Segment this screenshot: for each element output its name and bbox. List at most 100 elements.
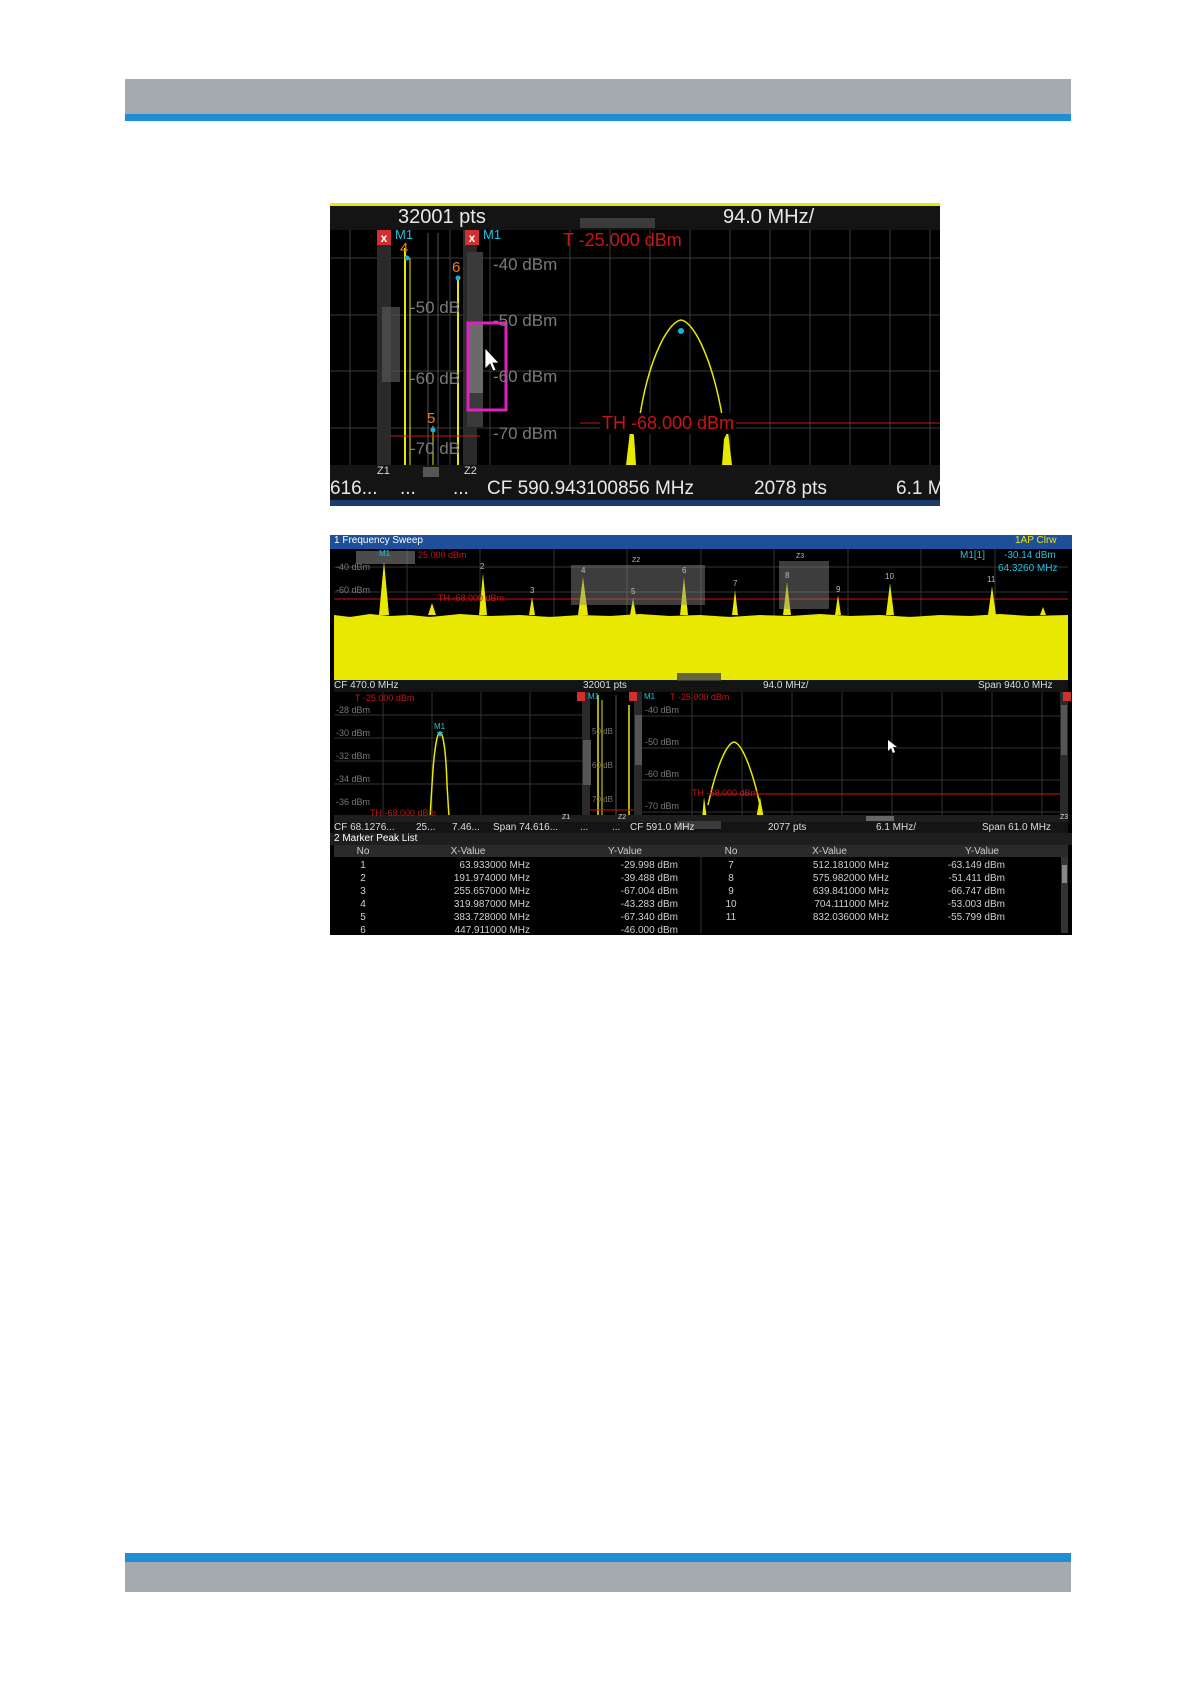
table-row: 1 63.933000 MHz -29.998 dBm 7 512.181000… — [334, 859, 1061, 872]
mid-footer-dots-1: ... — [580, 822, 589, 833]
bottom-left-trunc: 616... — [330, 478, 378, 499]
overview-zoom-z3: Z3 — [796, 553, 805, 560]
threshold-label: TH -68.000 dBm — [600, 413, 737, 434]
overview-span: Span 940.0 MHz — [978, 680, 1053, 691]
mid-marker: M1 — [588, 692, 600, 701]
bottom-points: 2078 pts — [754, 478, 827, 499]
marker-x-value: 191.974000 MHz — [453, 873, 530, 884]
marker-y-value: -67.340 dBm — [620, 912, 678, 923]
right-level-70: -70 dBm — [493, 424, 558, 443]
marker-6-label: 6 — [452, 259, 461, 276]
marker-x-value: 639.841000 MHz — [812, 886, 889, 897]
table-row: 6 447.911000 MHz -46.000 dBm — [334, 924, 1061, 935]
marker-x-value: 512.181000 MHz — [812, 860, 889, 871]
zoom1-marker: M1 — [434, 722, 446, 731]
marker-y-value: -63.149 dBm — [947, 860, 1005, 871]
zoom2-marker: M1 — [644, 692, 656, 701]
zoom1-f2: 25... — [416, 822, 436, 833]
overview-marker-5: 5 — [631, 587, 636, 596]
marker-no: 5 — [360, 912, 366, 923]
overview-threshold-top: 25.000 dBm — [418, 550, 467, 560]
left-level-60: -60 dB — [410, 369, 461, 388]
right-level-40: -40 dBm — [493, 255, 558, 274]
overview-marker-8: 8 — [785, 571, 790, 580]
overview-marker-3: 3 — [530, 586, 535, 595]
right-marker-label: M1 — [483, 227, 502, 242]
zoom-label-z1: Z1 — [377, 465, 390, 477]
overview-marker-6: 6 — [682, 566, 687, 575]
right-level-50: -50 dBm — [493, 311, 558, 330]
marker-y-value: -55.799 dBm — [947, 912, 1005, 923]
mid-zoom-z1: Z1 — [562, 814, 571, 821]
mid-level-70: 70 dB — [592, 795, 613, 804]
svg-text:x: x — [469, 231, 476, 245]
marker-no: 8 — [728, 873, 734, 884]
marker-readout-freq: 64.3260 MHz — [998, 563, 1058, 574]
overview-zoom-z2: Z2 — [632, 557, 641, 564]
marker-readout-name: M1[1] — [960, 550, 986, 561]
zoom2-level-70: -70 dBm — [645, 801, 680, 811]
sweep-title: 1 Frequency Sweep — [334, 535, 423, 546]
peak-list-table: No X-Value Y-Value No X-Value Y-Value 1 … — [334, 845, 1061, 935]
zoom2-zoom-z3: Z3 — [1060, 814, 1069, 821]
footer-stripe — [125, 1553, 1071, 1562]
bottom-dots-2: ... — [453, 478, 469, 499]
overview-marker-4: 4 — [581, 566, 586, 575]
header-stripe — [125, 114, 1071, 121]
marker-x-value: 575.982000 MHz — [812, 873, 889, 884]
zoom2-level-40: -40 dBm — [645, 705, 680, 715]
mid-zoom-z2: Z2 — [618, 814, 627, 821]
overview-marker-10: 10 — [885, 572, 894, 581]
zoom2-threshold: TH -68.000 dBm — [692, 788, 759, 798]
zoom1-level-32: -32 dBm — [336, 751, 371, 761]
mid-level-60: 60 dB — [592, 761, 613, 770]
header-band — [125, 79, 1071, 114]
overview-marker-11: 11 — [987, 575, 996, 584]
right-level-60: -60 dBm — [493, 367, 558, 386]
table-row: 3 255.657000 MHz -67.004 dBm 9 639.84100… — [334, 885, 1061, 898]
left-level-70: -70 dB — [410, 439, 461, 458]
marker-no: 7 — [728, 860, 734, 871]
top-per-div: 94.0 MHz/ — [723, 206, 815, 228]
zoom1-span: Span 74.616... — [493, 822, 559, 833]
overview-threshold: TH -68.000 dBm — [438, 593, 505, 603]
marker-x-value: 447.911000 MHz — [454, 925, 530, 935]
marker-no: 11 — [725, 912, 737, 923]
overview-per-div: 94.0 MHz/ — [763, 680, 809, 691]
peak-list: No X-Value Y-Value No X-Value Y-Value 1 … — [334, 845, 1061, 935]
marker-readout-level: -30.14 dBm — [1004, 550, 1056, 561]
overview-cf: CF 470.0 MHz — [334, 680, 399, 691]
marker-no: 6 — [360, 925, 366, 935]
marker-5-label: 5 — [427, 410, 436, 427]
marker-x-value: 63.933000 MHz — [459, 860, 530, 871]
marker-no: 2 — [360, 873, 366, 884]
marker-no: 3 — [360, 886, 366, 897]
marker-y-value: -29.998 dBm — [620, 860, 678, 871]
marker-x-value: 704.111000 MHz — [814, 899, 889, 910]
marker-y-value: -39.488 dBm — [620, 873, 678, 884]
col-y-value: Y-Value — [608, 846, 642, 857]
zoom1-cf: CF 68.1276... — [334, 822, 395, 833]
zoom1-level-28: -28 dBm — [336, 705, 371, 715]
zoom1-f3: 7.46... — [452, 822, 480, 833]
marker-x-value: 383.728000 MHz — [453, 912, 530, 923]
marker-no: 10 — [725, 899, 737, 910]
col-x-value-2: X-Value — [812, 846, 847, 857]
marker-x-value: 319.987000 MHz — [453, 899, 530, 910]
marker-no: 4 — [360, 899, 366, 910]
overview-marker-2: 2 — [480, 562, 485, 571]
zoom-label-z2: Z2 — [464, 465, 477, 477]
marker-x-value: 255.657000 MHz — [453, 886, 530, 897]
zoom2-per-div: 6.1 MHz/ — [876, 822, 917, 833]
overview-level-40: -40 dBm — [336, 562, 371, 572]
top-points: 32001 pts — [398, 206, 486, 228]
footer-band — [125, 1562, 1071, 1592]
marker-y-value: -53.003 dBm — [947, 899, 1005, 910]
marker-y-value: -51.411 dBm — [948, 873, 1005, 884]
marker-y-value: -46.000 dBm — [620, 925, 678, 935]
marker-x-value: 832.036000 MHz — [812, 912, 889, 923]
table-row: 4 319.987000 MHz -43.283 dBm 10 704.1110… — [334, 898, 1061, 911]
table-row: 2 191.974000 MHz -39.488 dBm 8 575.98200… — [334, 872, 1061, 885]
table-row: 5 383.728000 MHz -67.340 dBm 11 832.0360… — [334, 911, 1061, 924]
overview-points: 32001 pts — [583, 680, 627, 691]
